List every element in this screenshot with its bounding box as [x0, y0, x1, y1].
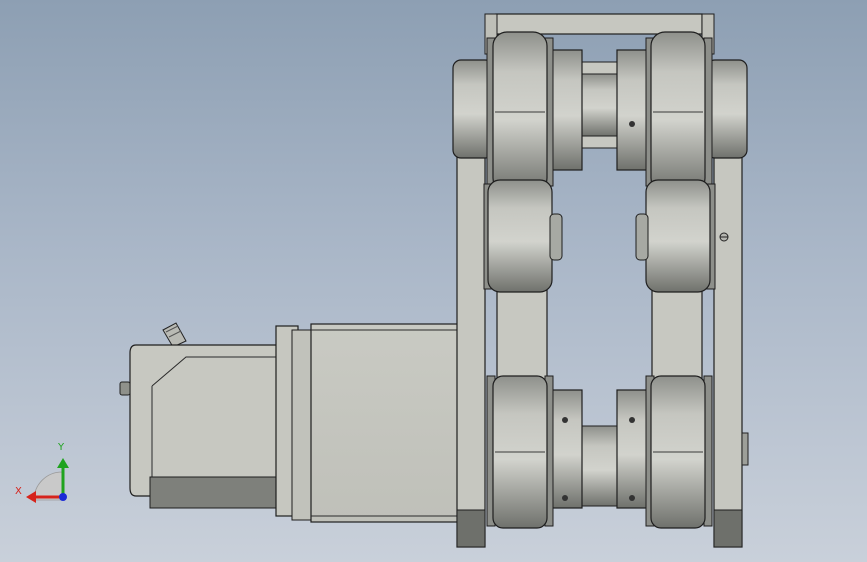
bottom-shaft-assembly — [548, 389, 651, 509]
hub-bottom-right — [616, 389, 651, 509]
x-axis-label: X — [15, 486, 22, 497]
hub-right — [616, 49, 651, 171]
coordinate-triad — [26, 458, 69, 503]
idler-roller-right — [635, 179, 716, 293]
bearing-housing-right — [706, 59, 748, 159]
cad-viewport[interactable]: X Y — [0, 0, 867, 562]
connector-nub — [119, 381, 131, 396]
belt-pulley-bottom-right — [645, 375, 713, 529]
belt-drive-assembly-model[interactable] — [0, 0, 867, 562]
belt-pulley-top-right — [645, 31, 713, 193]
side-frame-plate-left — [456, 152, 486, 548]
cable-gland — [162, 322, 187, 348]
servo-motor[interactable] — [119, 322, 460, 523]
idler-roller-left — [483, 179, 563, 293]
motor-flange-step — [291, 329, 313, 521]
encoder-base — [149, 476, 279, 509]
hub-bottom-left — [548, 389, 583, 509]
belt-pulley-top-left — [486, 31, 554, 193]
y-axis-label: Y — [58, 442, 65, 453]
hub-left — [548, 49, 583, 171]
belt-pulley-bottom-left — [486, 375, 554, 529]
shaft-stub — [741, 432, 749, 466]
z-axis-dot — [59, 493, 67, 501]
side-frame-plate-right — [713, 152, 749, 548]
motor-housing — [310, 323, 460, 523]
